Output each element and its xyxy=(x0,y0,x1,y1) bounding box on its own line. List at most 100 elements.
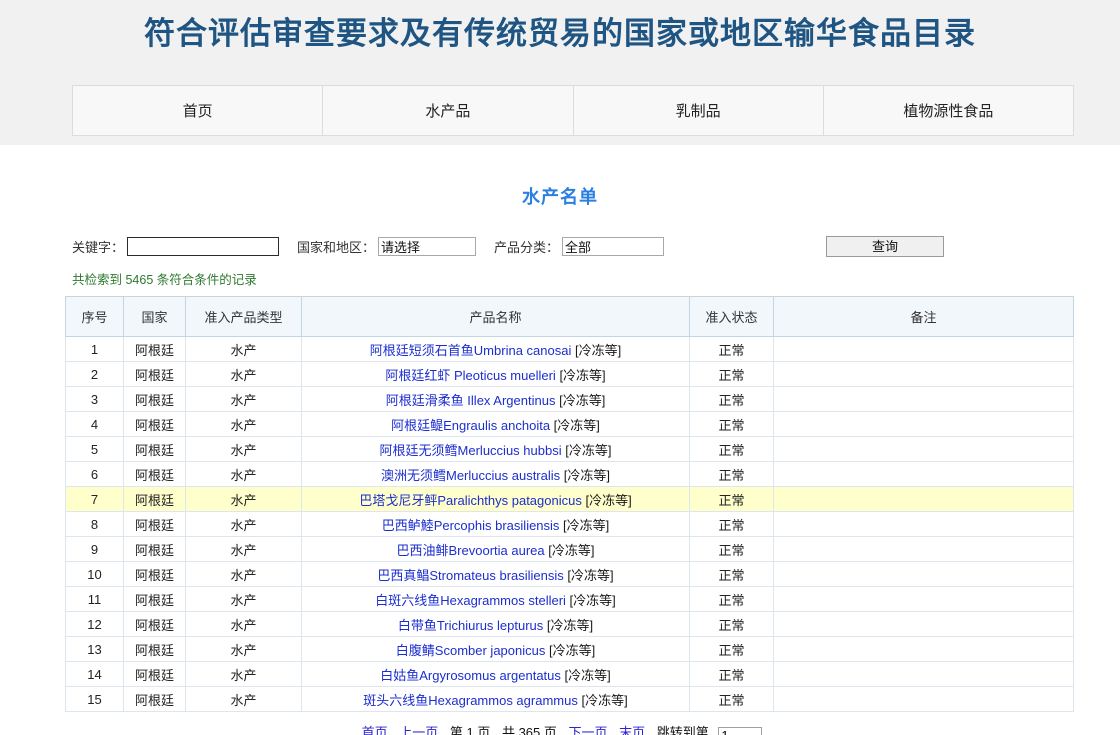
product-name-link[interactable]: 斑头六线鱼Hexagrammos agrammus xyxy=(363,693,578,708)
table-row[interactable]: 8阿根廷水产巴西鲈鯥Percophis brasiliensis [冷冻等]正常 xyxy=(66,512,1074,537)
cell-note xyxy=(774,337,1074,362)
table-row[interactable]: 10阿根廷水产巴西真鲳Stromateus brasiliensis [冷冻等]… xyxy=(66,562,1074,587)
cell-index: 15 xyxy=(66,687,124,712)
main-navigation: 首页 水产品 乳制品 植物源性食品 xyxy=(72,85,1074,136)
cell-product-name: 斑头六线鱼Hexagrammos agrammus [冷冻等] xyxy=(302,687,690,712)
category-select[interactable] xyxy=(562,237,664,256)
product-name-link[interactable]: 阿根廷无须鳕Merluccius hubbsi xyxy=(380,443,562,458)
product-name-link[interactable]: 白带鱼Trichiurus lepturus xyxy=(398,618,543,633)
nav-tab-home[interactable]: 首页 xyxy=(73,86,323,135)
nav-tab-plant-origin[interactable]: 植物源性食品 xyxy=(824,86,1073,135)
table-row[interactable]: 7阿根廷水产巴塔戈尼牙鲆Paralichthys patagonicus [冷冻… xyxy=(66,487,1074,512)
table-row[interactable]: 12阿根廷水产白带鱼Trichiurus lepturus [冷冻等]正常 xyxy=(66,612,1074,637)
cell-status: 正常 xyxy=(690,387,774,412)
product-name-link[interactable]: 白姑鱼Argyrosomus argentatus xyxy=(380,668,561,683)
cell-status: 正常 xyxy=(690,437,774,462)
product-name-link[interactable]: 白腹鲭Scomber japonicus xyxy=(396,643,546,658)
table-row[interactable]: 5阿根廷水产阿根廷无须鳕Merluccius hubbsi [冷冻等]正常 xyxy=(66,437,1074,462)
product-name-link[interactable]: 巴西真鲳Stromateus brasiliensis xyxy=(377,568,563,583)
table-row[interactable]: 14阿根廷水产白姑鱼Argyrosomus argentatus [冷冻等]正常 xyxy=(66,662,1074,687)
cell-product-name: 阿根廷红虾 Pleoticus muelleri [冷冻等] xyxy=(302,362,690,387)
cell-product-name: 白腹鲭Scomber japonicus [冷冻等] xyxy=(302,637,690,662)
cell-note xyxy=(774,687,1074,712)
cell-product-type: 水产 xyxy=(186,412,302,437)
query-button[interactable]: 查询 xyxy=(826,236,944,257)
cell-index: 1 xyxy=(66,337,124,362)
cell-product-type: 水产 xyxy=(186,587,302,612)
cell-product-type: 水产 xyxy=(186,562,302,587)
product-form-suffix: [冷冻等] xyxy=(556,368,606,383)
product-name-link[interactable]: 巴西油鲱Brevoortia aurea xyxy=(397,543,545,558)
product-name-link[interactable]: 阿根廷短须石首鱼Umbrina canosai xyxy=(370,343,572,358)
table-row[interactable]: 4阿根廷水产阿根廷鳀Engraulis anchoita [冷冻等]正常 xyxy=(66,412,1074,437)
page-header: 符合评估审查要求及有传统贸易的国家或地区输华食品目录 首页 水产品 乳制品 植物… xyxy=(0,0,1120,145)
cell-index: 13 xyxy=(66,637,124,662)
cell-product-name: 阿根廷短须石首鱼Umbrina canosai [冷冻等] xyxy=(302,337,690,362)
product-name-link[interactable]: 阿根廷滑柔鱼 Illex Argentinus xyxy=(386,393,556,408)
country-select[interactable] xyxy=(378,237,476,256)
product-name-link[interactable]: 白斑六线鱼Hexagrammos stelleri xyxy=(375,593,566,608)
pager-next-page[interactable]: 下一页 xyxy=(569,725,608,735)
results-table-body: 1阿根廷水产阿根廷短须石首鱼Umbrina canosai [冷冻等]正常2阿根… xyxy=(66,337,1074,712)
pager-last-page[interactable]: 末页 xyxy=(619,725,645,735)
table-row[interactable]: 9阿根廷水产巴西油鲱Brevoortia aurea [冷冻等]正常 xyxy=(66,537,1074,562)
cell-status: 正常 xyxy=(690,487,774,512)
table-row[interactable]: 2阿根廷水产阿根廷红虾 Pleoticus muelleri [冷冻等]正常 xyxy=(66,362,1074,387)
cell-product-name: 阿根廷鳀Engraulis anchoita [冷冻等] xyxy=(302,412,690,437)
pager-current-page: 第 1 页 xyxy=(450,725,490,735)
cell-status: 正常 xyxy=(690,337,774,362)
table-row[interactable]: 6阿根廷水产澳洲无须鳕Merluccius australis [冷冻等]正常 xyxy=(66,462,1074,487)
product-name-link[interactable]: 巴西鲈鯥Percophis brasiliensis xyxy=(382,518,560,533)
cell-product-name: 阿根廷无须鳕Merluccius hubbsi [冷冻等] xyxy=(302,437,690,462)
product-name-link[interactable]: 阿根廷鳀Engraulis anchoita xyxy=(391,418,550,433)
table-row[interactable]: 15阿根廷水产斑头六线鱼Hexagrammos agrammus [冷冻等]正常 xyxy=(66,687,1074,712)
cell-note xyxy=(774,587,1074,612)
cell-product-name: 白姑鱼Argyrosomus argentatus [冷冻等] xyxy=(302,662,690,687)
product-form-suffix: [冷冻等] xyxy=(559,518,609,533)
cell-status: 正常 xyxy=(690,612,774,637)
nav-tab-home-label: 首页 xyxy=(183,100,213,121)
section-title: 水产名单 xyxy=(0,145,1120,209)
pager-prev-page[interactable]: 上一页 xyxy=(399,725,438,735)
pager-jump-label: 跳转到第 xyxy=(657,725,709,735)
cell-note xyxy=(774,562,1074,587)
cell-index: 3 xyxy=(66,387,124,412)
cell-status: 正常 xyxy=(690,412,774,437)
product-name-link[interactable]: 澳洲无须鳕Merluccius australis xyxy=(381,468,560,483)
product-name-link[interactable]: 巴塔戈尼牙鲆Paralichthys patagonicus xyxy=(359,493,582,508)
cell-status: 正常 xyxy=(690,462,774,487)
table-row[interactable]: 13阿根廷水产白腹鲭Scomber japonicus [冷冻等]正常 xyxy=(66,637,1074,662)
product-name-link[interactable]: 阿根廷红虾 Pleoticus muelleri xyxy=(385,368,556,383)
product-form-suffix: [冷冻等] xyxy=(582,493,632,508)
column-header-index: 序号 xyxy=(66,297,124,337)
cell-country: 阿根廷 xyxy=(124,612,186,637)
cell-product-name: 巴塔戈尼牙鲆Paralichthys patagonicus [冷冻等] xyxy=(302,487,690,512)
results-table: 序号 国家 准入产品类型 产品名称 准入状态 备注 1阿根廷水产阿根廷短须石首鱼… xyxy=(65,296,1074,712)
cell-product-name: 白斑六线鱼Hexagrammos stelleri [冷冻等] xyxy=(302,587,690,612)
product-form-suffix: [冷冻等] xyxy=(571,343,621,358)
cell-note xyxy=(774,362,1074,387)
nav-tab-dairy-label: 乳制品 xyxy=(676,100,721,121)
cell-product-type: 水产 xyxy=(186,462,302,487)
cell-product-type: 水产 xyxy=(186,337,302,362)
keyword-input[interactable] xyxy=(127,237,279,256)
pager-first-page[interactable]: 首页 xyxy=(362,725,388,735)
table-row[interactable]: 11阿根廷水产白斑六线鱼Hexagrammos stelleri [冷冻等]正常 xyxy=(66,587,1074,612)
cell-note xyxy=(774,512,1074,537)
cell-index: 2 xyxy=(66,362,124,387)
cell-note xyxy=(774,637,1074,662)
cell-note xyxy=(774,662,1074,687)
cell-product-name: 巴西鲈鯥Percophis brasiliensis [冷冻等] xyxy=(302,512,690,537)
product-form-suffix: [冷冻等] xyxy=(545,643,595,658)
cell-index: 14 xyxy=(66,662,124,687)
table-row[interactable]: 3阿根廷水产阿根廷滑柔鱼 Illex Argentinus [冷冻等]正常 xyxy=(66,387,1074,412)
product-form-suffix: [冷冻等] xyxy=(562,443,612,458)
nav-tab-dairy[interactable]: 乳制品 xyxy=(574,86,824,135)
table-row[interactable]: 1阿根廷水产阿根廷短须石首鱼Umbrina canosai [冷冻等]正常 xyxy=(66,337,1074,362)
pager-jump-input[interactable] xyxy=(718,727,762,735)
product-form-suffix: [冷冻等] xyxy=(564,568,614,583)
column-header-name: 产品名称 xyxy=(302,297,690,337)
results-table-wrapper: 序号 国家 准入产品类型 产品名称 准入状态 备注 1阿根廷水产阿根廷短须石首鱼… xyxy=(0,296,1120,712)
column-header-type: 准入产品类型 xyxy=(186,297,302,337)
nav-tab-aquatic[interactable]: 水产品 xyxy=(323,86,573,135)
